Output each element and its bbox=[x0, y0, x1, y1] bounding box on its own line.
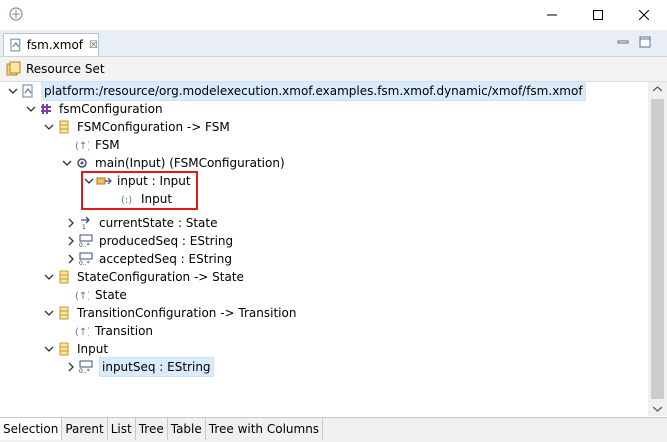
tab-tree[interactable]: Tree bbox=[136, 418, 168, 440]
tree-row-currentstate[interactable]: 1 currentState : State bbox=[64, 214, 218, 232]
tree-label: producedSeq : EString bbox=[99, 234, 234, 248]
collapsed-chevron-icon[interactable] bbox=[64, 358, 78, 376]
tree-label: TransitionConfiguration -> Transition bbox=[77, 306, 297, 320]
svg-text:(↑): (↑) bbox=[75, 141, 89, 151]
tree-row-main-operation[interactable]: main(Input) (FSMConfiguration) bbox=[60, 154, 285, 172]
tab-list[interactable]: List bbox=[108, 418, 136, 440]
editor-tab-label: fsm.xmof bbox=[26, 38, 84, 52]
tab-parent[interactable]: Parent bbox=[62, 418, 108, 440]
tree-label: fsmConfiguration bbox=[59, 102, 163, 116]
minimize-window-button[interactable] bbox=[529, 0, 575, 30]
class-icon bbox=[56, 305, 72, 321]
annotation-highlight-box bbox=[81, 171, 198, 210]
eclipse-app-icon bbox=[9, 7, 23, 21]
supertype-icon: (↑) bbox=[74, 287, 90, 303]
tab-tree-with-columns[interactable]: Tree with Columns bbox=[206, 418, 324, 440]
tree-label: FSMConfiguration -> FSM bbox=[77, 120, 230, 134]
tab-selection[interactable]: Selection bbox=[0, 418, 63, 440]
xmof-file-icon bbox=[10, 38, 21, 52]
tree-label: State bbox=[95, 288, 127, 302]
scroll-up-icon[interactable] bbox=[653, 86, 662, 92]
svg-text:(↑): (↑) bbox=[75, 291, 89, 301]
expanded-chevron-icon[interactable] bbox=[42, 118, 56, 136]
tree-label: acceptedSeq : EString bbox=[99, 252, 232, 266]
bottom-view-tabs: Selection Parent List Tree Table Tree wi… bbox=[0, 417, 667, 442]
attribute-icon: 0..* bbox=[78, 233, 94, 249]
resource-set-label: Resource Set bbox=[26, 62, 105, 76]
tree-label: StateConfiguration -> State bbox=[77, 270, 244, 284]
class-icon bbox=[56, 269, 72, 285]
collapsed-chevron-icon[interactable] bbox=[64, 250, 78, 268]
collapsed-chevron-icon[interactable] bbox=[64, 232, 78, 250]
tree-row-inputseq[interactable]: 0..* inputSeq : EString bbox=[64, 357, 214, 377]
editor-tab-fsm-xmof[interactable]: fsm.xmof ☒ bbox=[3, 33, 99, 56]
close-window-button[interactable] bbox=[621, 0, 667, 30]
resource-set-icon bbox=[6, 61, 21, 76]
minimize-icon bbox=[547, 14, 557, 16]
tree-label: main(Input) (FSMConfiguration) bbox=[95, 156, 285, 170]
supertype-icon: (↑) bbox=[74, 137, 90, 153]
editor-tab-bar: fsm.xmof ☒ bbox=[0, 30, 667, 57]
maximize-icon bbox=[593, 10, 603, 20]
minimize-view-icon[interactable] bbox=[617, 36, 629, 48]
tree-row-stateconfiguration[interactable]: StateConfiguration -> State bbox=[42, 268, 244, 286]
collapsed-chevron-icon[interactable] bbox=[64, 214, 78, 232]
expanded-chevron-icon[interactable] bbox=[42, 340, 56, 358]
tree-row-producedseq[interactable]: 0..* producedSeq : EString bbox=[64, 232, 233, 250]
svg-text:0..*: 0..* bbox=[79, 260, 90, 266]
class-icon bbox=[56, 341, 72, 357]
supertype-icon: (↑) bbox=[74, 323, 90, 339]
expanded-chevron-icon[interactable] bbox=[42, 268, 56, 286]
maximize-window-button[interactable] bbox=[575, 0, 621, 30]
tree-row-transitionconfiguration[interactable]: TransitionConfiguration -> Transition bbox=[42, 304, 296, 322]
attribute-icon: 0..* bbox=[78, 251, 94, 267]
model-tree: platform:/resource/org.modelexecution.xm… bbox=[0, 81, 648, 416]
tree-label: Transition bbox=[95, 324, 154, 338]
file-icon bbox=[20, 83, 36, 99]
tree-row-fsmconfiguration-class[interactable]: FSMConfiguration -> FSM bbox=[42, 118, 230, 136]
close-tab-icon[interactable]: ☒ bbox=[89, 40, 98, 51]
tab-table[interactable]: Table bbox=[168, 418, 206, 440]
svg-text:0..*: 0..* bbox=[79, 242, 90, 248]
close-icon bbox=[639, 10, 649, 20]
tree-row-fsm-supertype[interactable]: (↑) FSM bbox=[74, 136, 120, 154]
tree-row-acceptedseq[interactable]: 0..* acceptedSeq : EString bbox=[64, 250, 232, 268]
tree-row-state-supertype[interactable]: (↑) State bbox=[74, 286, 127, 304]
tree-label: inputSeq : EString bbox=[99, 357, 214, 377]
package-icon bbox=[38, 101, 54, 117]
class-icon bbox=[56, 119, 72, 135]
tree-label: platform:/resource/org.modelexecution.xm… bbox=[41, 81, 586, 101]
svg-text:1: 1 bbox=[82, 224, 86, 230]
tree-row-input-class[interactable]: Input bbox=[42, 340, 108, 358]
resource-set-header: Resource Set bbox=[0, 57, 667, 82]
attribute-icon: 0..* bbox=[78, 359, 94, 375]
operation-icon bbox=[74, 155, 90, 171]
tree-label: FSM bbox=[95, 138, 120, 152]
svg-text:0..*: 0..* bbox=[79, 368, 90, 374]
expanded-chevron-icon[interactable] bbox=[60, 154, 74, 172]
window-titlebar bbox=[0, 0, 667, 30]
svg-text:(↑): (↑) bbox=[75, 327, 89, 337]
tree-row-transition-supertype[interactable]: (↑) Transition bbox=[74, 322, 153, 340]
scroll-down-icon[interactable] bbox=[653, 406, 662, 412]
scrollbar-thumb[interactable] bbox=[651, 99, 664, 399]
reference-icon: 1 bbox=[78, 215, 94, 231]
expanded-chevron-icon[interactable] bbox=[42, 304, 56, 322]
expanded-chevron-icon[interactable] bbox=[6, 82, 20, 100]
tree-label: Input bbox=[77, 342, 109, 356]
expanded-chevron-icon[interactable] bbox=[24, 100, 38, 118]
maximize-view-icon[interactable] bbox=[639, 36, 651, 48]
tree-row-fsmconfiguration[interactable]: fsmConfiguration bbox=[24, 100, 163, 118]
tree-label: currentState : State bbox=[99, 216, 218, 230]
tree-row-resource[interactable]: platform:/resource/org.modelexecution.xm… bbox=[6, 81, 586, 101]
